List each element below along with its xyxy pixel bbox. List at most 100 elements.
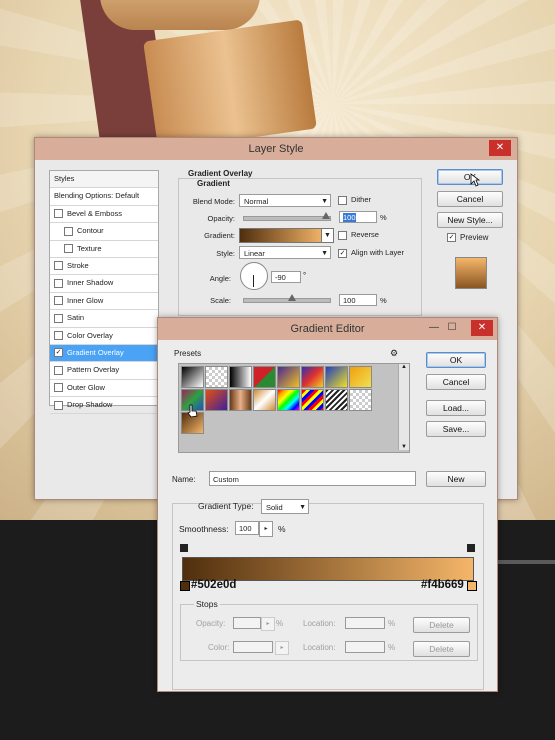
maximize-icon[interactable]: ☐ [445,320,459,336]
minimize-icon[interactable]: — [427,320,441,336]
stop-color-swatch[interactable] [233,641,273,653]
preset-swatch[interactable] [349,366,372,388]
smoothness-input[interactable]: 100 [235,521,259,535]
preset-swatch[interactable] [253,389,276,411]
preset-swatch[interactable] [205,366,228,388]
style-item[interactable]: Stroke [50,258,158,276]
stop-opacity-stepper-icon[interactable]: ▸ [261,617,275,631]
style-item-checkbox[interactable] [54,400,63,410]
gradient-picker-chevron-icon[interactable]: ▼ [321,228,334,243]
style-item-checkbox[interactable] [64,226,73,236]
style-item-checkbox[interactable] [54,365,63,375]
angle-input[interactable]: -90 [271,271,301,283]
gradient-save-button[interactable]: Save... [426,421,486,437]
preview-label: Preview [460,233,489,242]
style-item[interactable]: ✓ Gradient Overlay [50,344,158,363]
gear-icon[interactable]: ⚙ [390,348,398,359]
preset-swatch[interactable] [229,366,252,388]
style-item-checkbox[interactable] [54,278,63,288]
preset-swatch[interactable] [253,366,276,388]
chevron-down-icon: ▼ [299,504,306,511]
preset-swatch[interactable] [325,366,348,388]
style-item[interactable]: Inner Glow [50,293,158,311]
opacity-input[interactable]: 100 [339,211,377,223]
artwork-head [100,0,260,30]
preset-swatch[interactable] [301,366,324,388]
preset-swatch[interactable] [277,389,300,411]
preset-swatch[interactable] [325,389,348,411]
preset-swatch[interactable] [301,389,324,411]
style-item[interactable]: Outer Glow [50,380,158,398]
styles-header[interactable]: Styles [50,171,158,189]
preset-swatch[interactable] [181,366,204,388]
blend-mode-select[interactable]: Normal ▼ [239,194,331,207]
style-item[interactable]: Satin [50,310,158,328]
smoothness-unit: % [278,524,286,534]
style-item-checkbox[interactable] [54,331,63,341]
color-stop-left[interactable] [180,581,190,591]
chevron-down-icon: ▼ [321,250,328,257]
gradient-editor-close-button[interactable]: ✕ [471,320,493,336]
style-item[interactable]: Blending Options: Default [50,188,158,206]
gradient-cancel-button[interactable]: Cancel [426,374,486,390]
opacity-stop-right[interactable] [467,544,475,552]
scale-input[interactable]: 100 [339,294,377,306]
style-item-checkbox[interactable] [54,296,63,306]
opacity-slider-thumb[interactable] [322,212,330,219]
dither-checkbox[interactable] [338,195,347,205]
gradient-bar[interactable] [182,557,474,581]
style-item[interactable]: Pattern Overlay [50,362,158,380]
style-item[interactable]: Contour [50,223,158,241]
reverse-option[interactable]: Reverse [338,230,379,240]
preset-swatch[interactable] [229,389,252,411]
stop-color-delete-button[interactable]: Delete [413,641,470,657]
gradient-new-button[interactable]: New [426,471,486,487]
style-select[interactable]: Linear ▼ [239,246,331,259]
style-item[interactable]: Drop Shadow [50,397,158,415]
scale-slider-thumb[interactable] [288,294,296,301]
stop-opacity-input[interactable] [233,617,261,629]
preset-swatch[interactable] [349,389,372,411]
angle-dial[interactable] [240,262,268,290]
preset-swatch[interactable] [277,366,300,388]
scale-slider[interactable] [243,298,331,303]
opacity-slider[interactable] [243,216,331,221]
smoothness-stepper-icon[interactable]: ▸ [259,521,273,537]
gradient-swatch[interactable] [239,228,325,243]
stop-opacity-delete-button[interactable]: Delete [413,617,470,633]
align-with-layer-option[interactable]: ✓ Align with Layer [338,248,404,258]
style-item-label: Color Overlay [67,330,113,340]
gradient-overlay-title: Gradient Overlay [188,169,253,178]
gradient-type-select[interactable]: Solid ▼ [261,499,309,514]
gradient-ok-button[interactable]: OK [426,352,486,368]
styles-list: Styles Blending Options: Default Bevel & … [49,170,159,415]
style-item-checkbox[interactable] [54,383,63,393]
color-stop-right[interactable] [467,581,477,591]
style-item[interactable]: Color Overlay [50,328,158,345]
gradient-load-button[interactable]: Load... [426,400,486,416]
align-checkbox[interactable]: ✓ [338,248,347,258]
style-item[interactable]: Texture [50,241,158,258]
gradient-name-input[interactable]: Custom [209,471,416,486]
stop-color-arrow-icon[interactable]: ▸ [275,641,289,655]
style-item-label: Inner Shadow [67,278,114,288]
new-style-button[interactable]: New Style... [437,212,503,228]
style-item-checkbox[interactable] [64,244,73,254]
layer-style-close-button[interactable]: ✕ [489,140,511,156]
style-item-checkbox[interactable] [54,209,63,219]
style-item-checkbox[interactable] [54,313,63,323]
layer-style-cancel-button[interactable]: Cancel [437,191,503,207]
style-item[interactable]: Inner Shadow [50,275,158,293]
preview-checkbox[interactable]: ✓ [447,233,456,243]
preset-swatch[interactable] [205,389,228,411]
style-item-checkbox[interactable] [54,261,63,271]
opacity-stop-left[interactable] [180,544,188,552]
presets-scrollbar[interactable]: ▲ ▼ [398,364,409,450]
preview-option[interactable]: ✓ Preview [447,233,489,243]
dither-option[interactable]: Dither [338,195,371,205]
stop-color-location-input[interactable] [345,641,385,653]
style-item[interactable]: Bevel & Emboss [50,206,158,224]
stop-opacity-location-input[interactable] [345,617,385,629]
reverse-checkbox[interactable] [338,230,347,240]
style-item-checkbox[interactable]: ✓ [54,348,63,358]
